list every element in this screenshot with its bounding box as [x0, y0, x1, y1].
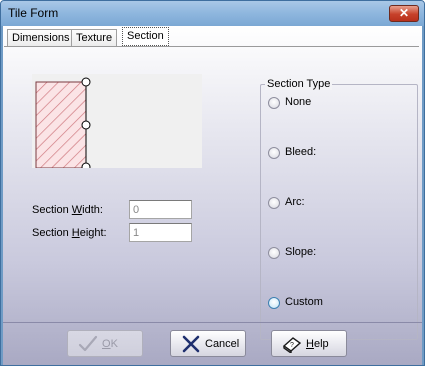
- radio-label-slope: Slope:: [285, 246, 317, 258]
- section-width-label: Section Width:: [32, 204, 103, 216]
- tab-dimensions[interactable]: Dimensions: [7, 29, 75, 46]
- radio-label-custom: Custom: [285, 296, 323, 308]
- radio-label-arc: Arc:: [285, 196, 305, 208]
- ok-button-label: OK: [102, 338, 118, 350]
- radio-button[interactable]: [268, 197, 280, 209]
- radio-button[interactable]: [268, 297, 280, 309]
- tab-label: Dimensions: [12, 32, 70, 44]
- tab-texture[interactable]: Texture: [71, 29, 118, 46]
- radio-button[interactable]: [268, 247, 280, 259]
- tab-label: Section: [127, 30, 164, 42]
- section-height-label: Section Height:: [32, 227, 107, 239]
- section-preview-drawing: [35, 77, 91, 168]
- section-type-title: Section Type: [265, 78, 333, 90]
- section-shape: [35, 81, 87, 168]
- tab-section[interactable]: Section: [122, 27, 169, 46]
- button-bar-divider: [3, 322, 422, 323]
- top-handle: [81, 77, 91, 87]
- section-tab-panel: Section Width: Section Height: Section T…: [4, 46, 419, 340]
- tab-label: Texture: [76, 32, 113, 44]
- help-button[interactable]: ? Help: [271, 330, 347, 357]
- svg-text:?: ?: [290, 342, 294, 349]
- radio-label-none: None: [285, 96, 312, 108]
- cancel-button-label: Cancel: [205, 338, 240, 350]
- window-title: Tile Form: [8, 6, 59, 20]
- help-book-icon: ?: [282, 337, 302, 353]
- checkmark-icon: [78, 335, 98, 352]
- radio-label-bleed: Bleed:: [285, 146, 317, 158]
- close-button[interactable]: ✕: [389, 5, 419, 22]
- radio-button[interactable]: [268, 147, 280, 159]
- section-height-input[interactable]: [129, 223, 192, 242]
- radio-button[interactable]: [268, 97, 280, 109]
- cancel-x-icon: [182, 335, 200, 353]
- help-button-label: Help: [306, 338, 329, 350]
- dialog-client-area: Dimensions Texture Section Section Width…: [3, 26, 422, 365]
- middle-handle: [81, 120, 91, 130]
- close-icon: ✕: [398, 6, 410, 20]
- bottom-handle: [81, 162, 91, 168]
- section-preview: [32, 74, 202, 168]
- title-bar[interactable]: Tile Form ✕: [1, 1, 424, 26]
- section-type-group: Section Type None Bleed: Arc: Slope: Cus…: [260, 78, 418, 340]
- tile-form-window: Tile Form ✕ Dimensions Texture Section S…: [0, 0, 425, 366]
- cancel-button[interactable]: Cancel: [170, 330, 246, 357]
- ok-button[interactable]: OK: [67, 330, 143, 357]
- section-width-input[interactable]: [129, 200, 192, 219]
